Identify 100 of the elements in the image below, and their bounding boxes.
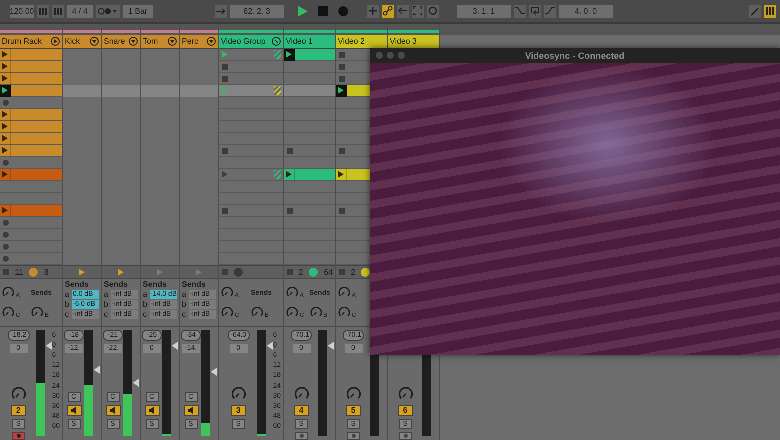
speaker-button[interactable] <box>184 405 198 416</box>
play-icon[interactable] <box>298 6 308 16</box>
speaker-button[interactable] <box>144 405 160 416</box>
fold-icon[interactable] <box>168 37 177 46</box>
track-header[interactable]: Kick <box>63 35 101 49</box>
knob-icon[interactable] <box>398 386 414 402</box>
track-header[interactable]: Video 2 <box>336 35 387 49</box>
clip-slot[interactable] <box>0 205 62 217</box>
clip-slot[interactable] <box>0 217 62 229</box>
send-letter: c <box>182 310 187 319</box>
knob-icon[interactable] <box>338 286 351 298</box>
close-button[interactable] <box>376 52 383 59</box>
clip-slot[interactable] <box>0 97 62 109</box>
clip-slot[interactable] <box>0 121 62 133</box>
track-header[interactable]: Video 1 <box>284 35 335 49</box>
toolbar-button[interactable] <box>764 4 776 18</box>
arm-button[interactable] <box>399 432 412 440</box>
track-header[interactable]: Video Group <box>219 35 283 49</box>
speaker-button[interactable] <box>66 405 82 416</box>
clip-slot[interactable] <box>219 169 283 181</box>
tempo-field[interactable]: 120.00 <box>10 4 34 18</box>
fold-icon[interactable] <box>207 37 216 46</box>
clip-slot[interactable] <box>219 145 283 157</box>
plus-icon <box>367 5 379 17</box>
minimize-button[interactable] <box>387 52 394 59</box>
clip-slot[interactable] <box>0 229 62 241</box>
fold-icon[interactable] <box>90 37 99 46</box>
track-activator-button[interactable]: 5 <box>346 405 361 416</box>
clip-slot[interactable] <box>219 205 283 217</box>
toolbar-button[interactable] <box>382 4 394 18</box>
sends-label: Sends <box>143 280 168 289</box>
record-icon[interactable] <box>338 6 349 16</box>
play-icon[interactable] <box>118 268 124 276</box>
clip-slot[interactable] <box>0 49 62 61</box>
knob-icon[interactable] <box>221 306 234 318</box>
clip-slot[interactable] <box>0 133 62 145</box>
metronome-button[interactable] <box>96 4 120 18</box>
knob-icon[interactable] <box>2 306 15 318</box>
fader-handle[interactable] <box>46 342 52 350</box>
clip-slot[interactable] <box>284 205 335 217</box>
clip-slot[interactable] <box>219 85 283 97</box>
knob-icon[interactable] <box>346 386 362 402</box>
loop-button[interactable] <box>529 4 541 18</box>
play-icon[interactable] <box>51 37 60 46</box>
clip-slot[interactable] <box>0 109 62 121</box>
arm-button[interactable] <box>347 432 360 440</box>
track-activator-button[interactable]: 2 <box>11 405 26 416</box>
position-field[interactable]: 62. 2. 3 <box>230 4 284 18</box>
arm-button[interactable] <box>12 432 26 440</box>
time-signature-field[interactable]: 4 / 4 <box>67 4 93 18</box>
clip-slot[interactable] <box>219 49 283 61</box>
speaker-button[interactable] <box>106 405 120 416</box>
clip-slot[interactable] <box>0 73 62 85</box>
knob-icon[interactable] <box>294 386 310 402</box>
play-icon[interactable] <box>79 268 85 276</box>
zoom-button[interactable] <box>398 52 405 59</box>
clip-slot[interactable] <box>284 169 335 181</box>
track-header[interactable]: Tom <box>141 35 179 49</box>
track-activator-button[interactable]: 3 <box>231 405 246 416</box>
knob-icon[interactable] <box>2 286 15 298</box>
knob-icon[interactable] <box>31 306 44 318</box>
track-header[interactable]: Snare <box>102 35 140 49</box>
fader-handle[interactable] <box>267 342 274 350</box>
launch-button[interactable] <box>284 48 295 60</box>
knob-icon[interactable] <box>230 386 247 402</box>
metronome-icon <box>98 8 118 14</box>
launch-button[interactable] <box>336 84 347 96</box>
clip-slot[interactable] <box>0 241 62 253</box>
clip-slot[interactable] <box>0 85 62 97</box>
clip-slot[interactable] <box>0 253 62 265</box>
clip-slot[interactable] <box>284 49 335 61</box>
knob-icon[interactable] <box>361 268 370 276</box>
clip-slot[interactable] <box>0 157 62 169</box>
clip-slot[interactable] <box>0 145 62 157</box>
launch-button[interactable] <box>0 84 11 96</box>
track-header[interactable]: Video 3 <box>388 35 439 49</box>
fold-icon[interactable] <box>272 37 281 46</box>
knob-icon[interactable] <box>251 306 264 318</box>
track-header[interactable]: Drum Rack <box>0 35 62 49</box>
knob-icon[interactable] <box>338 306 351 318</box>
track-activator-button[interactable]: 4 <box>294 405 309 416</box>
play-icon <box>286 51 292 58</box>
arm-button[interactable] <box>295 432 308 440</box>
knob-icon[interactable] <box>286 306 299 318</box>
knob-icon[interactable] <box>310 306 322 318</box>
clip-slot[interactable] <box>284 145 335 157</box>
sends-label: Sends <box>65 280 90 289</box>
quantization-dropdown[interactable]: 1 Bar <box>123 4 153 18</box>
track-header[interactable]: Perc <box>180 35 218 49</box>
knob-icon[interactable] <box>10 386 27 402</box>
clip-slot[interactable] <box>219 61 283 73</box>
track-activator-button[interactable]: 6 <box>398 405 413 416</box>
fold-icon[interactable] <box>129 37 138 46</box>
clip-slot[interactable] <box>0 169 62 181</box>
loop-start-field[interactable]: 3. 1. 1 <box>457 4 511 18</box>
clip-slot[interactable] <box>0 61 62 73</box>
loop-length-field[interactable]: 4. 0. 0 <box>559 4 613 18</box>
clip-slot[interactable] <box>219 73 283 85</box>
knob-icon[interactable] <box>221 286 234 298</box>
knob-icon[interactable] <box>286 286 299 298</box>
